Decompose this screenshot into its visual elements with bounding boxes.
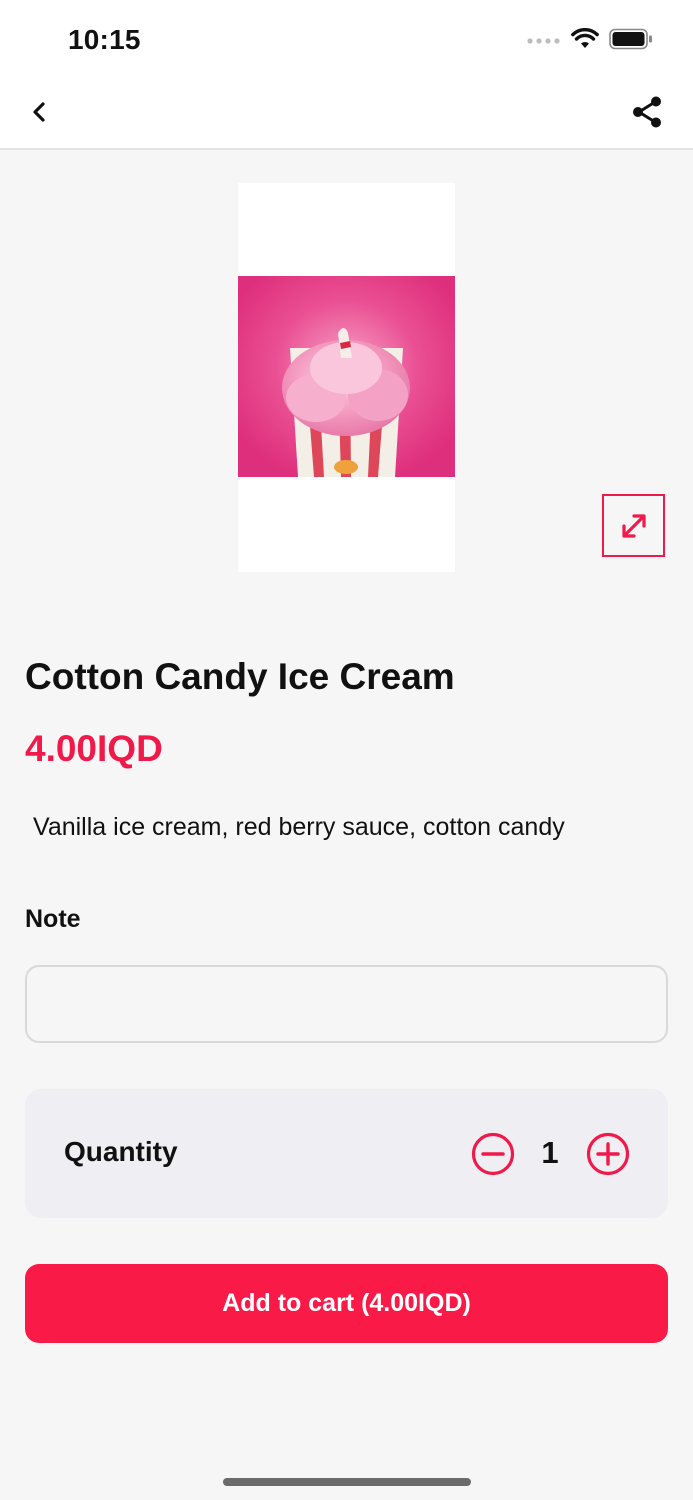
signal-dots-icon (527, 33, 561, 51)
note-label: Note (25, 905, 81, 933)
top-nav-bar (0, 76, 693, 150)
back-button[interactable] (22, 94, 58, 130)
status-time: 10:15 (68, 24, 141, 55)
plus-circle-icon (586, 1132, 630, 1176)
status-icons (527, 27, 653, 55)
chevron-left-icon (33, 102, 45, 122)
quantity-value: 1 (541, 1135, 559, 1170)
add-to-cart-button[interactable]: Add to cart (4.00IQD) (25, 1264, 668, 1343)
wifi-icon (571, 27, 599, 55)
quantity-stepper: Quantity 1 (25, 1089, 668, 1218)
ice-cream-photo (238, 183, 455, 572)
quantity-increase-button[interactable] (585, 1131, 631, 1177)
minus-circle-icon (471, 1132, 515, 1176)
product-title: Cotton Candy Ice Cream (25, 656, 455, 697)
quantity-label: Quantity (64, 1136, 178, 1167)
status-bar: 10:15 (0, 0, 693, 76)
product-description: Vanilla ice cream, red berry sauce, cott… (33, 813, 565, 841)
share-icon (633, 96, 661, 128)
share-button[interactable] (627, 92, 667, 132)
product-price: 4.00IQD (25, 728, 163, 769)
product-image[interactable] (238, 183, 455, 572)
quantity-decrease-button[interactable] (470, 1131, 516, 1177)
note-input[interactable] (25, 965, 668, 1043)
expand-arrows-icon (621, 513, 646, 538)
battery-icon (609, 28, 653, 55)
expand-image-button[interactable] (602, 494, 665, 557)
home-indicator (223, 1478, 471, 1486)
